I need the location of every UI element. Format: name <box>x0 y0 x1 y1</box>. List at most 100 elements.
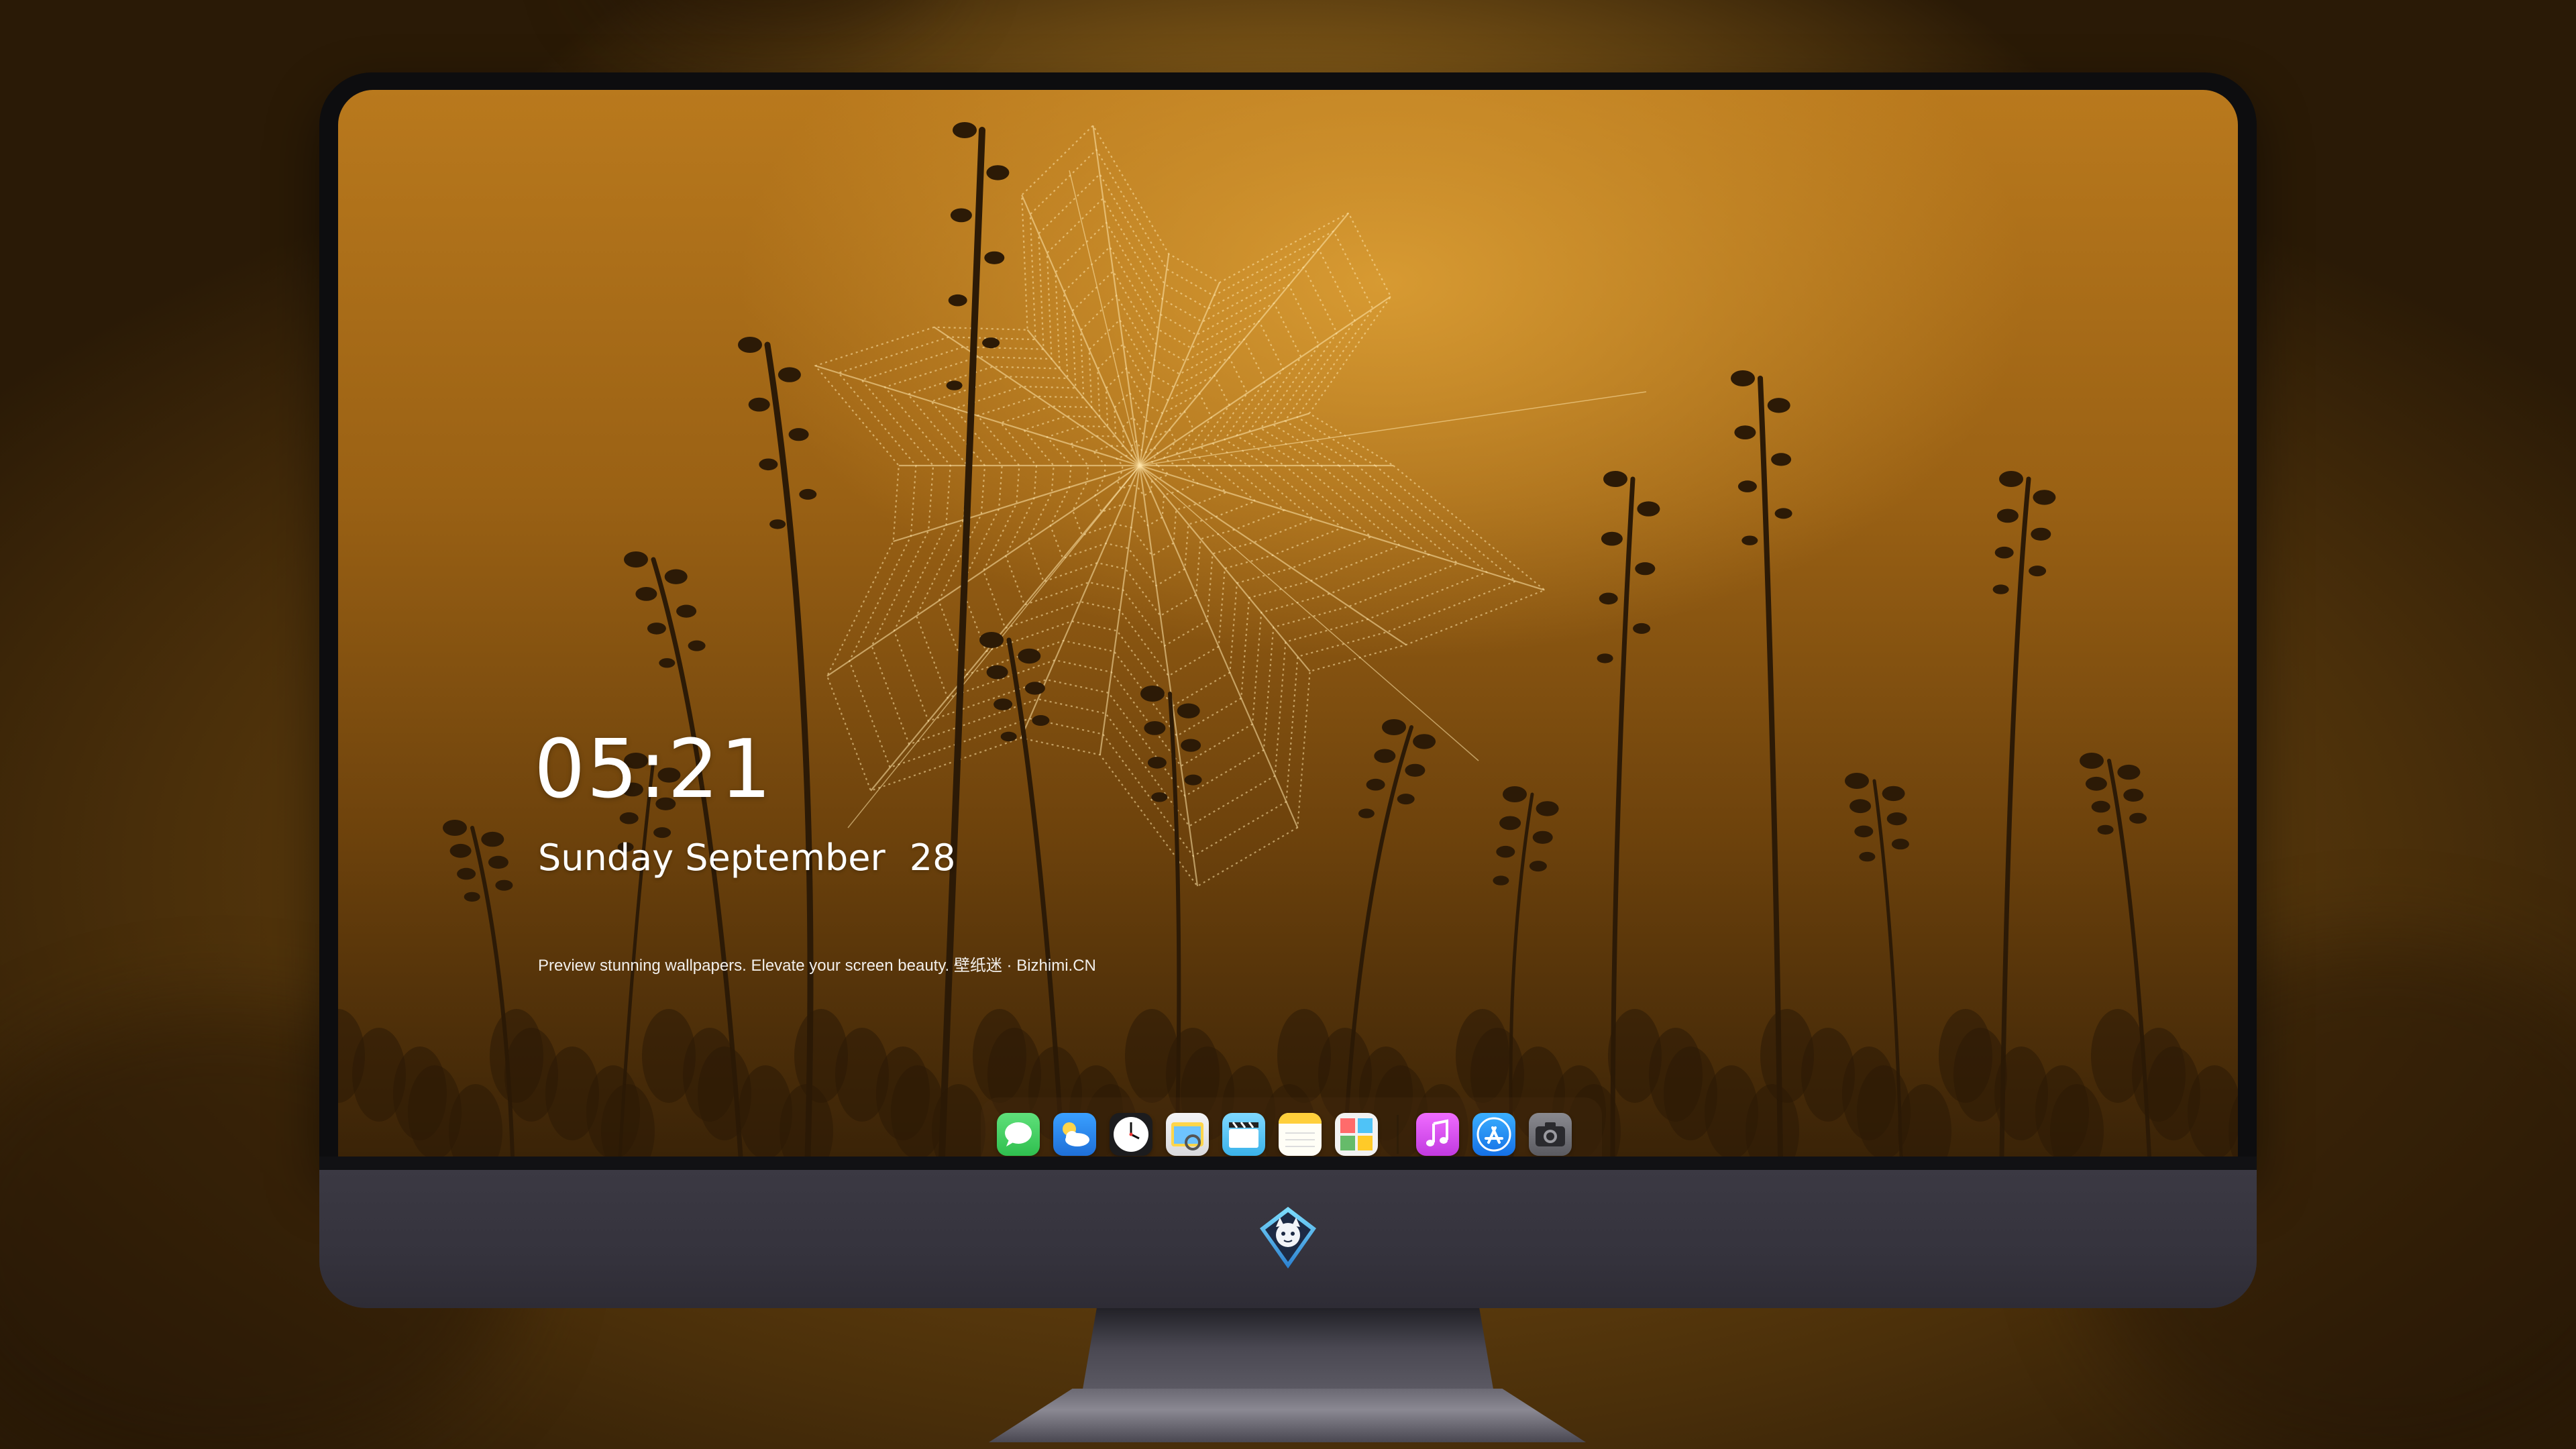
plant-bud <box>769 519 786 529</box>
plant-bud <box>994 698 1013 710</box>
web-anchor-thread <box>1139 391 1647 466</box>
web-ring <box>953 270 1373 707</box>
lock-screen-clock: 05:21 <box>534 723 773 816</box>
plant-bud <box>1018 648 1041 664</box>
plant-bud <box>2031 527 2051 541</box>
plant-bud <box>2117 764 2141 780</box>
plant-bud <box>1151 792 1168 802</box>
messages-icon[interactable] <box>997 1113 1040 1156</box>
plant-bud <box>1181 739 1201 752</box>
plant-bud <box>1405 763 1426 777</box>
plant-bud <box>2085 776 2107 791</box>
plant-bud <box>948 294 967 307</box>
preview-icon[interactable] <box>1166 1113 1209 1156</box>
plant-bud <box>1996 508 2019 523</box>
plant-bud <box>788 428 809 441</box>
plant-bud <box>1358 808 1375 818</box>
plant-bud <box>1637 501 1660 517</box>
clock-icon[interactable] <box>1110 1113 1152 1156</box>
plant-bud <box>1741 535 1758 545</box>
plant-bud <box>748 397 770 412</box>
plant-bud <box>1737 480 1757 492</box>
plant-bud <box>1845 773 1869 789</box>
app-store-icon[interactable] <box>1472 1113 1515 1156</box>
web-ring <box>976 294 1344 677</box>
plant-bud <box>1177 703 1200 718</box>
plant-bud <box>647 623 666 635</box>
plant-bud <box>1397 794 1415 805</box>
plant-bud <box>1140 686 1165 702</box>
monitor-bezel: 05:21 Sunday September 28 Preview stunnin… <box>319 72 2257 1170</box>
plant-bud <box>2129 812 2147 824</box>
web-spoke <box>1026 329 1140 466</box>
spiderweb-wallpaper <box>338 122 2238 1157</box>
plant-bud <box>1882 786 1905 802</box>
date-weekday: Sunday <box>538 837 674 879</box>
web-spoke <box>893 464 1140 543</box>
plant-bud <box>1032 715 1050 726</box>
weather-icon[interactable] <box>1053 1113 1096 1156</box>
plant-bud <box>1366 778 1385 791</box>
web-ring <box>930 246 1402 737</box>
backdrop-plant-blur <box>604 0 939 40</box>
plant-bud <box>1147 757 1167 769</box>
plant-bud <box>759 458 778 471</box>
plant-bud <box>1374 749 1396 763</box>
plant-bud <box>1503 786 1527 802</box>
camera-icon[interactable] <box>1529 1113 1572 1156</box>
imac-monitor: 05:21 Sunday September 28 Preview stunnin… <box>319 72 2257 1308</box>
plant-bud <box>1413 734 1436 749</box>
notes-icon[interactable] <box>1279 1113 1322 1156</box>
web-ring <box>837 148 1517 857</box>
wallpaper-tagline: Preview stunning wallpapers. Elevate you… <box>538 957 1096 975</box>
plant-bud <box>1496 845 1515 858</box>
plant-bud <box>1532 830 1553 844</box>
music-icon[interactable] <box>1416 1113 1459 1156</box>
dock-separator <box>1397 1115 1399 1154</box>
plant-bud <box>449 843 472 858</box>
plant-bud <box>1499 816 1521 830</box>
plant-bud <box>2029 566 2047 577</box>
plant-bud <box>1024 682 1045 695</box>
web-spoke <box>1139 465 1311 672</box>
plant-bud <box>982 337 1000 349</box>
plant-bud <box>953 122 977 138</box>
plant-bud <box>676 604 697 618</box>
lock-screen[interactable]: 05:21 Sunday September 28 Preview stunnin… <box>338 90 2238 1157</box>
plant-bud <box>986 165 1010 180</box>
plant-bud <box>1734 425 1756 439</box>
web-spoke <box>1138 465 1199 887</box>
lock-screen-date: Sunday September 28 <box>538 840 955 876</box>
plant-bud <box>1992 584 2009 594</box>
plant-bud <box>488 855 508 869</box>
plant-bud <box>986 665 1008 680</box>
web-ring <box>999 319 1315 647</box>
clips-icon[interactable] <box>1222 1113 1265 1156</box>
web-ring <box>814 124 1546 888</box>
plant-bud <box>984 251 1005 264</box>
monitor-stand-base <box>989 1389 1586 1442</box>
plant-bud <box>1597 653 1613 663</box>
plant-bud <box>1854 825 1874 838</box>
plant-bud <box>1633 623 1651 634</box>
plant-bud <box>2080 753 2104 769</box>
date-day: 28 <box>909 837 956 879</box>
plant-bud <box>1601 531 1623 546</box>
plant-bud <box>1144 721 1166 735</box>
plant-bud <box>495 879 513 891</box>
plant-bud <box>2091 800 2110 813</box>
plant-stem <box>938 127 985 1157</box>
web-spoke <box>1139 296 1391 466</box>
plant-bud <box>1000 731 1017 742</box>
plant-bud <box>2097 824 2114 835</box>
plant-bud <box>688 640 706 651</box>
plant-bud <box>1382 719 1406 735</box>
web-spoke <box>870 465 1140 792</box>
plant-bud <box>1184 774 1202 786</box>
plant-bud <box>1859 851 1876 862</box>
mascot-logo-icon <box>1260 1207 1316 1269</box>
plant-bud <box>1599 592 1618 605</box>
photos-collage-icon[interactable] <box>1335 1113 1378 1156</box>
plant-bud <box>1529 861 1547 872</box>
plant-bud <box>464 892 480 902</box>
